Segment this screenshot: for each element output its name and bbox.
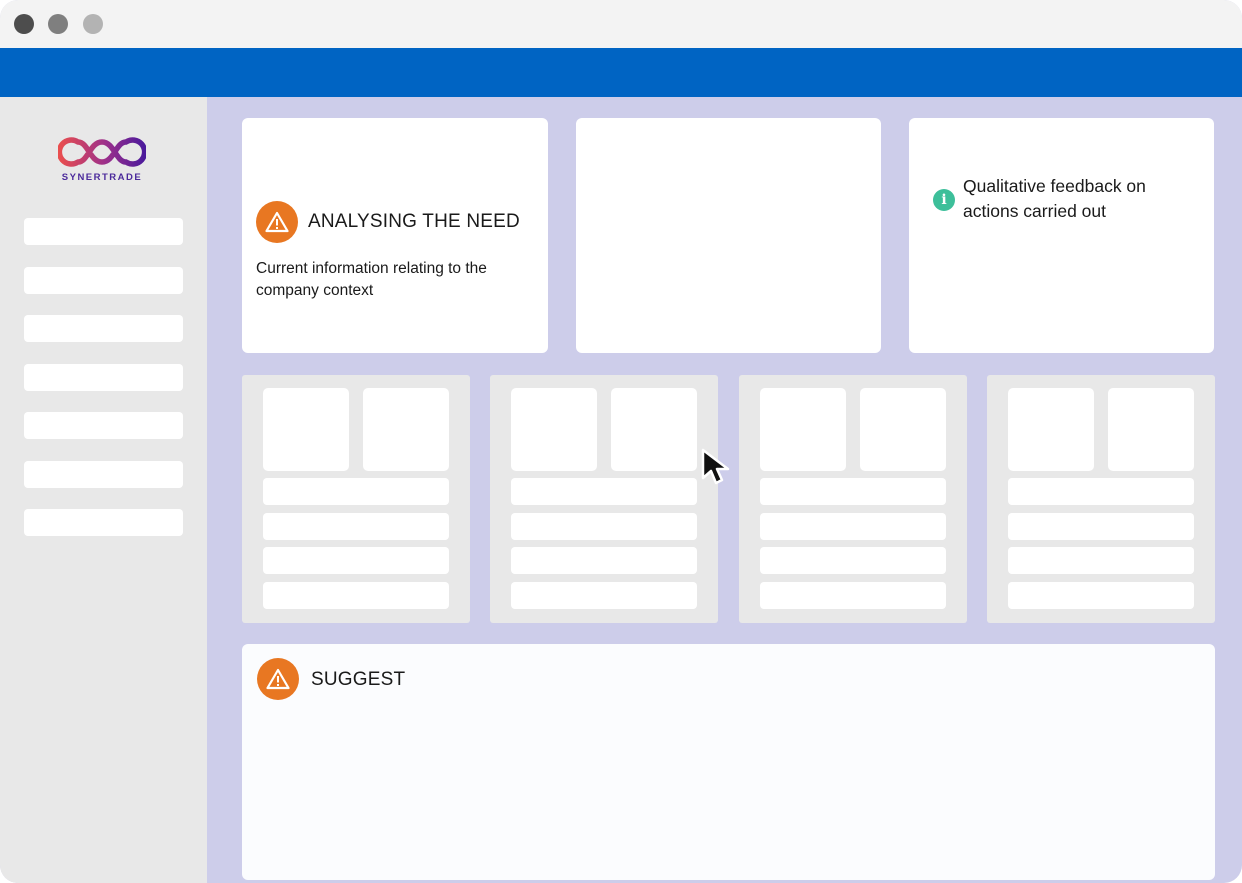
analysing-need-card[interactable]: ANALYSING THE NEED Current information r…: [242, 118, 548, 353]
tile-square: [611, 388, 697, 471]
app-window: SYNERTRADE ANALYSING THE NEED Current in…: [0, 0, 1242, 883]
tile-square: [760, 388, 846, 471]
logo-text: SYNERTRADE: [61, 172, 143, 183]
window-close-button[interactable]: [14, 14, 34, 34]
tile-row: [263, 582, 449, 609]
tile-row: [263, 547, 449, 574]
tile-square: [511, 388, 597, 471]
tile-row: [760, 582, 946, 609]
tile-square: [860, 388, 946, 471]
tile-row: [760, 547, 946, 574]
title-bar: [0, 0, 1242, 48]
sidebar-item-4[interactable]: [24, 364, 183, 391]
placeholder-tile-3[interactable]: [739, 375, 967, 623]
card-title: SUGGEST: [311, 669, 406, 690]
sidebar-item-1[interactable]: [24, 218, 183, 245]
tile-row: [263, 478, 449, 505]
tile-row: [1008, 547, 1194, 574]
empty-card[interactable]: [576, 118, 881, 353]
tile-row: [511, 478, 697, 505]
top-navigation-bar: [0, 48, 1242, 97]
tile-square: [1008, 388, 1094, 471]
card-description: Qualitative feedback on actions carried …: [963, 176, 1146, 221]
window-minimize-button[interactable]: [48, 14, 68, 34]
suggest-card[interactable]: SUGGEST: [242, 644, 1215, 880]
synertrade-logo[interactable]: SYNERTRADE: [58, 134, 146, 186]
tile-row: [1008, 513, 1194, 540]
sidebar-item-3[interactable]: [24, 315, 183, 342]
tile-row: [511, 582, 697, 609]
window-maximize-button[interactable]: [83, 14, 103, 34]
placeholder-tile-1[interactable]: [242, 375, 470, 623]
sidebar-item-6[interactable]: [24, 461, 183, 488]
warning-icon: [256, 201, 298, 243]
tile-row: [511, 547, 697, 574]
tile-row: [760, 478, 946, 505]
sidebar-item-2[interactable]: [24, 267, 183, 294]
infinity-loops-logo-icon: [58, 137, 146, 167]
tile-row: [760, 513, 946, 540]
sidebar: [0, 97, 207, 883]
tile-row: [1008, 582, 1194, 609]
card-description: Current information relating to the comp…: [256, 260, 487, 299]
sidebar-item-7[interactable]: [24, 509, 183, 536]
placeholder-tile-4[interactable]: [987, 375, 1215, 623]
mouse-pointer-icon: [701, 448, 730, 485]
tile-square: [1108, 388, 1194, 471]
tile-row: [1008, 478, 1194, 505]
tile-square: [263, 388, 349, 471]
tile-square: [363, 388, 449, 471]
card-title: ANALYSING THE NEED: [308, 211, 520, 232]
placeholder-tile-2[interactable]: [490, 375, 718, 623]
feedback-card[interactable]: i Qualitative feedback on actions carrie…: [909, 118, 1214, 353]
tile-row: [511, 513, 697, 540]
sidebar-item-5[interactable]: [24, 412, 183, 439]
info-icon: i: [933, 189, 955, 211]
warning-icon: [257, 658, 299, 700]
tile-row: [263, 513, 449, 540]
